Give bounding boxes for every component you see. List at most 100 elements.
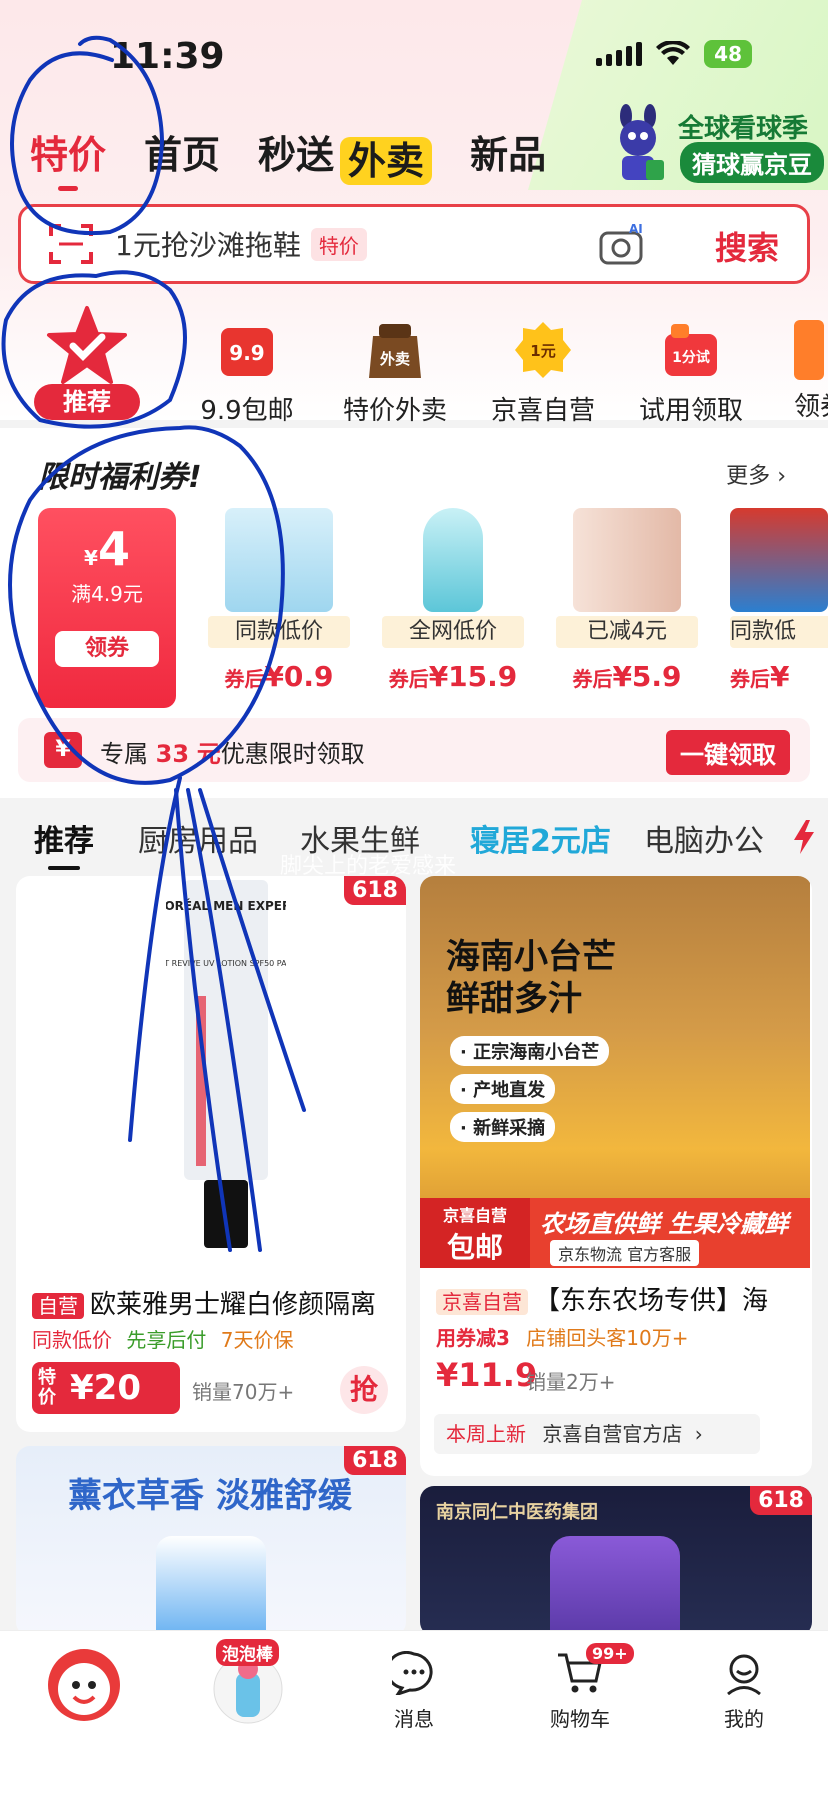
product-tags: 同款低价 先享后付 7天价保 <box>32 1328 294 1352</box>
mascot-icon[interactable] <box>606 104 670 186</box>
coupon-icon <box>794 320 824 380</box>
deal-item[interactable]: 全网低价 券后¥15.9 <box>382 508 524 693</box>
category-9-9[interactable]: 9.9 9.9包邮 <box>182 296 312 427</box>
one-yuan-icon: 1元 <box>515 322 571 378</box>
product-price: ¥11.9 <box>436 1356 538 1394</box>
jingxi-tag: 京喜自营 <box>436 1289 528 1315</box>
promo-title[interactable]: 全球看球季 <box>678 108 808 145</box>
category-label: 9.9包邮 <box>200 396 294 426</box>
status-bar-right: 48 <box>596 40 752 68</box>
category-label: 京喜自营 <box>490 396 595 426</box>
scan-icon[interactable] <box>49 222 93 266</box>
deal-price: 券后¥15.9 <box>388 660 518 693</box>
more-link[interactable]: 更多 › <box>726 458 786 490</box>
exclusive-text: 专属 33 元优惠限时领取 <box>100 740 365 768</box>
bottom-nav: 泡泡棒 消息 99+ 购物车 我的 <box>0 1630 828 1795</box>
deal-item[interactable]: 同款低价 券后¥0.9 <box>208 508 350 693</box>
chevron-right-icon: › <box>694 1422 703 1446</box>
camera-icon[interactable]: AI <box>597 221 647 269</box>
watermark: 脚尖上的老爱感来 <box>280 854 457 879</box>
nav-bubble-stick[interactable]: 泡泡棒 <box>188 1631 308 1733</box>
svg-text:外卖: 外卖 <box>379 350 410 368</box>
grab-button[interactable]: 抢 <box>340 1366 388 1414</box>
search-input[interactable]: 1元抢沙滩拖鞋 <box>115 224 301 264</box>
detergent-image <box>156 1536 266 1636</box>
promo-subtitle[interactable]: 猜球赢京豆 <box>680 142 824 183</box>
price-tag: 特价 ¥20 <box>32 1362 180 1414</box>
product-title: 自营 欧莱雅男士耀白修颜隔离 <box>32 1284 402 1321</box>
tab-express[interactable]: 秒送 外卖 <box>258 124 433 185</box>
category-trial[interactable]: 1分试 试用领取 <box>626 296 756 427</box>
takeout-bag-icon: 外卖 <box>369 324 421 378</box>
category-label: 试用领取 <box>638 396 743 426</box>
profile-icon <box>727 1654 761 1696</box>
deal-item[interactable]: 已减4元 券后¥5.9 <box>556 508 698 693</box>
coupon-card[interactable]: ¥4 满4.9元 领券 <box>38 508 176 708</box>
feed-tab-bedding[interactable]: 寝居2元店 <box>470 816 611 860</box>
search-bar[interactable]: 1元抢沙滩拖鞋 特价 AI 搜索 <box>18 204 810 284</box>
store-link[interactable]: 本周上新 京喜自营官方店 › <box>434 1414 760 1454</box>
bodywash-image <box>423 508 483 612</box>
product-card[interactable]: 南京同仁中医药集团 618 <box>420 1486 812 1636</box>
free-shipping-label: 京喜自营 包邮 <box>420 1198 530 1268</box>
sales-count: 销量70万+ <box>192 1380 295 1404</box>
top-tabs: 特价 首页 秒送 外卖 新品 <box>30 124 546 191</box>
coupon-panel: 限时福利券! 更多 › ¥4 满4.9元 领券 同款低价 券后¥0.9 全网低价… <box>0 428 828 798</box>
claim-coupon-button[interactable]: 领券 <box>55 631 159 667</box>
category-label: 领券 <box>794 392 828 422</box>
category-coupon[interactable]: 领券 <box>774 296 828 423</box>
status-time: 11:39 <box>110 36 225 77</box>
product-subtitle: BRIGHT REVIVE UV LOTION SPF50 PA++++ <box>166 959 286 968</box>
svg-text:9.9: 9.9 <box>229 341 264 365</box>
biscuit-image <box>730 508 828 612</box>
tab-express-label: 秒送 <box>258 133 335 177</box>
nav-label: 我的 <box>724 1707 764 1731</box>
feed-tab-recommend[interactable]: 推荐 <box>34 816 94 870</box>
takeout-badge: 外卖 <box>340 137 433 185</box>
category-label: 特价外卖 <box>342 396 447 426</box>
product-card[interactable]: 薰衣草香 淡雅舒缓 618 <box>16 1446 406 1636</box>
product-image-tube: L'ORÉAL MEN EXPERT BRIGHT REVIVE UV LOTI… <box>166 880 286 1248</box>
lightning-icon[interactable] <box>792 820 816 854</box>
feed-tab-computer[interactable]: 电脑办公 <box>644 816 764 860</box>
product-card[interactable]: 海南小台芒 鲜甜多汁 · 正宗海南小台芒 · 产地直发 · 新鲜采摘 京喜自营 包邮… <box>420 876 812 1476</box>
category-jingxi[interactable]: 1元 京喜自营 <box>478 296 608 427</box>
message-icon <box>385 1650 433 1697</box>
badge-618: 618 <box>344 1446 406 1475</box>
star-check-icon <box>47 306 127 384</box>
coupon-section-title: 限时福利券! <box>38 460 202 495</box>
exclusive-offer-bar[interactable]: ¥ 专属 33 元优惠限时领取 一键领取 <box>18 718 810 782</box>
battery-indicator: 48 <box>704 40 752 68</box>
claim-all-button[interactable]: 一键领取 <box>666 730 790 775</box>
deal-tag: 同款低价 <box>208 616 350 648</box>
tab-home[interactable]: 首页 <box>144 124 220 179</box>
deal-item[interactable]: 同款低 券后¥ <box>730 508 828 693</box>
trial-gift-icon: 1分试 <box>665 324 717 376</box>
deal-tag: 已减4元 <box>556 616 698 648</box>
search-button[interactable]: 搜索 <box>715 223 779 269</box>
category-row: 推荐 9.9 9.9包邮 外卖 特价外卖 1元 京喜自营 1分试 试用领取 领 <box>0 296 828 426</box>
nav-profile[interactable]: 我的 <box>684 1631 804 1732</box>
deal-tag: 同款低 <box>730 616 828 648</box>
category-takeout[interactable]: 外卖 特价外卖 <box>330 296 460 427</box>
mango-headline: 海南小台芒 鲜甜多汁 <box>446 937 616 1019</box>
deal-tag: 全网低价 <box>382 616 524 648</box>
tab-new[interactable]: 新品 <box>470 124 546 179</box>
card-headline: 薰衣草香 淡雅舒缓 <box>68 1476 352 1516</box>
product-card[interactable]: L'ORÉAL MEN EXPERT BRIGHT REVIVE UV LOTI… <box>16 876 406 1432</box>
svg-text:1元: 1元 <box>530 342 555 360</box>
chevron-right-icon: › <box>777 464 786 489</box>
deal-price: 券后¥5.9 <box>572 660 682 693</box>
self-run-tag: 自营 <box>32 1293 84 1319</box>
category-recommend[interactable]: 推荐 <box>22 296 152 420</box>
nav-label: 消息 <box>394 1707 434 1731</box>
nav-cart[interactable]: 99+ 购物车 <box>520 1631 640 1732</box>
tab-sale[interactable]: 特价 <box>30 124 106 191</box>
coupon-99-icon: 9.9 <box>221 328 273 376</box>
sales-count: 销量2万+ <box>526 1370 616 1394</box>
nav-home[interactable] <box>24 1631 144 1729</box>
nav-messages[interactable]: 消息 <box>354 1631 474 1732</box>
feed-tab-kitchen[interactable]: 厨房用品 <box>138 816 258 860</box>
signal-icon <box>596 42 643 66</box>
mango-bullets: · 正宗海南小台芒 · 产地直发 · 新鲜采摘 <box>450 1036 610 1150</box>
